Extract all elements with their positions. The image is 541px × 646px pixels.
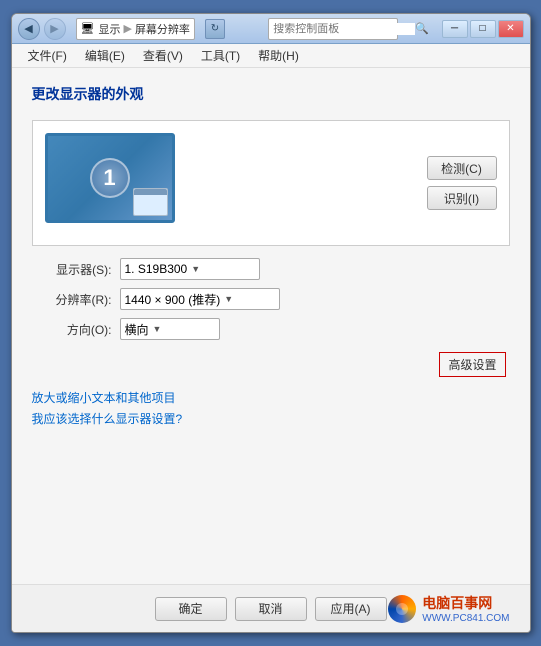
mini-window-content xyxy=(134,195,167,199)
refresh-button[interactable]: ↻ xyxy=(205,19,225,39)
footer: 确定 取消 应用(A) 电脑百事网 WWW.PC841.COM xyxy=(12,584,530,632)
display-label: 显示器(S): xyxy=(32,261,112,278)
monitor-actions: 检测(C) 识别(I) xyxy=(427,156,497,210)
footer-buttons: 确定 取消 应用(A) xyxy=(155,597,387,621)
display-value: 1. S19B300 xyxy=(125,262,188,276)
watermark-logo xyxy=(388,595,416,623)
form-section: 显示器(S): 1. S19B300 ▼ 分辨率(R): 1440 × 900 … xyxy=(32,258,510,340)
advanced-section: 高级设置 xyxy=(32,352,510,377)
page-title: 更改显示器的外观 xyxy=(32,84,510,104)
minimize-button[interactable]: ─ xyxy=(442,20,468,38)
resolution-select[interactable]: 1440 × 900 (推荐) ▼ xyxy=(120,288,280,310)
resolution-arrow: ▼ xyxy=(224,294,233,304)
menu-tools[interactable]: 工具(T) xyxy=(193,45,248,66)
resize-text-link[interactable]: 放大或缩小文本和其他项目 xyxy=(32,389,510,406)
resolution-label: 分辨率(R): xyxy=(32,291,112,308)
watermark-text: 电脑百事网 WWW.PC841.COM xyxy=(422,593,509,624)
mini-window-overlay xyxy=(133,188,168,216)
forward-button[interactable]: ▶ xyxy=(44,18,66,40)
monitor-number: 1 xyxy=(90,158,130,198)
resolution-row: 分辨率(R): 1440 × 900 (推荐) ▼ xyxy=(32,288,510,310)
nav-controls: ◀ ▶ xyxy=(18,18,66,40)
advanced-button[interactable]: 高级设置 xyxy=(439,352,505,377)
search-bar[interactable]: 🔍 xyxy=(268,18,398,40)
close-button[interactable]: ✕ xyxy=(498,20,524,38)
breadcrumb-sep: ▶ xyxy=(123,22,131,35)
orientation-select[interactable]: 横向 ▼ xyxy=(120,318,220,340)
monitor-frame: 1 xyxy=(45,133,175,223)
address-bar[interactable]: 🖥 显示 ▶ 屏幕分辨率 xyxy=(76,18,195,40)
title-bar: ◀ ▶ 🖥 显示 ▶ 屏幕分辨率 ↻ 🔍 ─ □ ✕ xyxy=(12,14,530,44)
monitor-panel: 1 检测(C) 识别(I) xyxy=(32,120,510,246)
orientation-row: 方向(O): 横向 ▼ xyxy=(32,318,510,340)
bottom-links: 放大或缩小文本和其他项目 我应该选择什么显示器设置? xyxy=(32,389,510,427)
menu-file[interactable]: 文件(F) xyxy=(20,45,75,66)
resolution-value: 1440 × 900 (推荐) xyxy=(125,291,221,308)
watermark-url: WWW.PC841.COM xyxy=(422,613,509,624)
orientation-label: 方向(O): xyxy=(32,321,112,338)
main-content: 更改显示器的外观 1 检测(C) xyxy=(12,68,530,584)
address-icon: 🖥 xyxy=(81,22,95,35)
detect-button[interactable]: 检测(C) xyxy=(427,156,497,180)
menu-view[interactable]: 查看(V) xyxy=(135,45,191,66)
title-bar-left: ◀ ▶ 🖥 显示 ▶ 屏幕分辨率 ↻ xyxy=(18,18,225,40)
menu-help[interactable]: 帮助(H) xyxy=(250,45,307,66)
watermark-name: 电脑百事网 xyxy=(422,593,509,613)
display-row: 显示器(S): 1. S19B300 ▼ xyxy=(32,258,510,280)
breadcrumb-resolution: 屏幕分辨率 xyxy=(135,21,190,37)
display-select[interactable]: 1. S19B300 ▼ xyxy=(120,258,260,280)
menu-edit[interactable]: 编辑(E) xyxy=(77,45,133,66)
main-window: ◀ ▶ 🖥 显示 ▶ 屏幕分辨率 ↻ 🔍 ─ □ ✕ 文件(F) xyxy=(11,13,531,633)
display-arrow: ▼ xyxy=(191,264,200,274)
monitor-preview: 1 xyxy=(45,133,185,233)
orientation-value: 横向 xyxy=(125,321,149,338)
identify-button[interactable]: 识别(I) xyxy=(427,186,497,210)
maximize-button[interactable]: □ xyxy=(470,20,496,38)
breadcrumb-display: 显示 xyxy=(98,21,120,37)
confirm-button[interactable]: 确定 xyxy=(155,597,227,621)
window-controls: ─ □ ✕ xyxy=(442,20,524,38)
address-text: 显示 ▶ 屏幕分辨率 xyxy=(98,21,189,37)
menu-bar: 文件(F) 编辑(E) 查看(V) 工具(T) 帮助(H) xyxy=(12,44,530,68)
apply-button[interactable]: 应用(A) xyxy=(315,597,387,621)
watermark: 电脑百事网 WWW.PC841.COM xyxy=(388,593,509,624)
search-input[interactable] xyxy=(273,23,415,35)
search-icon[interactable]: 🔍 xyxy=(415,22,429,35)
back-button[interactable]: ◀ xyxy=(18,18,40,40)
cancel-button[interactable]: 取消 xyxy=(235,597,307,621)
orientation-arrow: ▼ xyxy=(153,324,162,334)
display-settings-link[interactable]: 我应该选择什么显示器设置? xyxy=(32,410,510,427)
